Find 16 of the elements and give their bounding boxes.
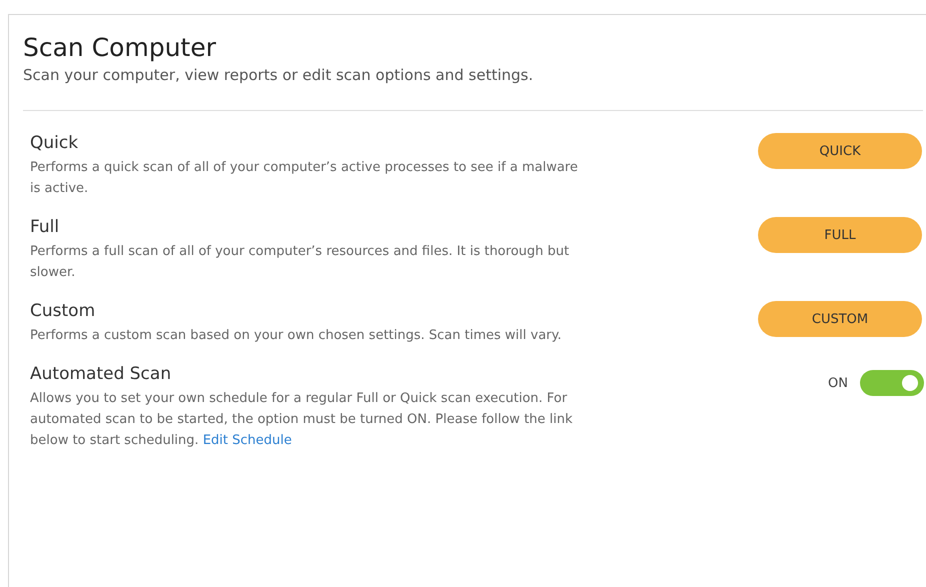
option-description: Allows you to set your own schedule for a regular Full or Quick scan execution. For automated scan to be started, the option must be turned ON. Please follow the link below to start scheduling. Edit Schedule [30,390,574,450]
scan-button[interactable]: FULL [758,217,922,253]
toggle-label: ON [828,376,848,390]
page-subtitle: Scan your computer, view reports or edit scan options and settings. [23,66,534,84]
scan-button[interactable]: QUICK [758,133,922,169]
edit-schedule-link[interactable]: Edit Schedule [202,433,292,448]
option-title: Quick [30,133,80,153]
option-title: Custom [30,301,96,321]
option-description: Performs a full scan of all of your computer’s resources and files. It is thorough but slower. [30,243,570,282]
option-title: Automated Scan [30,364,172,384]
option-description: Performs a quick scan of all of your computer’s active processes to see if a malware is active. [30,159,579,198]
page-title: Scan Computer [23,33,218,62]
scan-button[interactable]: CUSTOM [758,301,922,337]
option-title: Full [30,217,60,237]
option-description: Performs a custom scan based on your own chosen settings. Scan times will vary. [30,327,562,345]
toggle-switch[interactable] [860,370,924,396]
